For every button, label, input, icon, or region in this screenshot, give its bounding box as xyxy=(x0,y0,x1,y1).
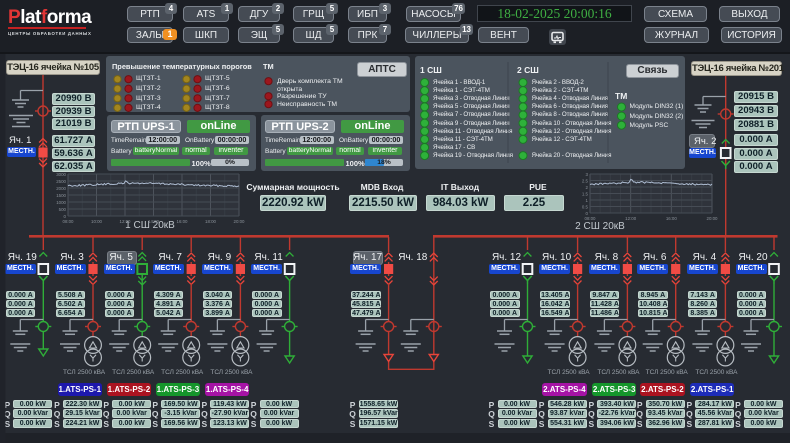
svg-text:500: 500 xyxy=(59,207,67,212)
svg-text:1.5: 1.5 xyxy=(582,191,589,196)
svg-text:0: 0 xyxy=(586,211,589,216)
svg-text:1000: 1000 xyxy=(56,200,66,205)
svg-text:16:00: 16:00 xyxy=(666,216,678,221)
svg-text:10:00: 10:00 xyxy=(91,219,103,224)
svg-text:3000: 3000 xyxy=(56,172,66,177)
svg-text:18:00: 18:00 xyxy=(205,219,217,224)
svg-text:1500: 1500 xyxy=(56,193,66,198)
svg-text:2000: 2000 xyxy=(56,186,66,191)
svg-text:0.5: 0.5 xyxy=(582,204,589,209)
svg-text:08:00: 08:00 xyxy=(63,219,75,224)
svg-text:3: 3 xyxy=(586,172,589,177)
svg-text:1: 1 xyxy=(586,198,589,203)
svg-text:20:00: 20:00 xyxy=(707,216,719,221)
svg-text:20:00: 20:00 xyxy=(234,219,246,224)
svg-text:0: 0 xyxy=(64,214,67,219)
svg-text:2500: 2500 xyxy=(56,179,66,184)
